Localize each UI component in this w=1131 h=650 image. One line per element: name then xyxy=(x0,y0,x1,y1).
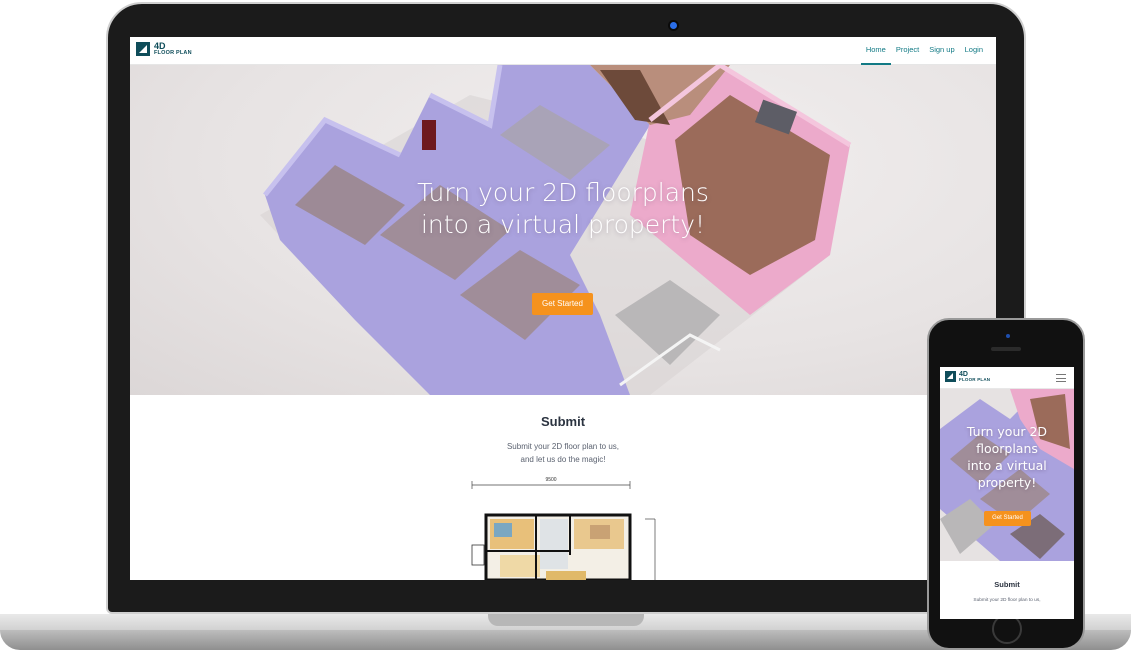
phone-frame: 4D FLOOR PLAN Turn your 2D floorplans in… xyxy=(927,318,1085,650)
hero-title: Turn your 2D floorplans into a virtual p… xyxy=(130,177,996,241)
mobile-logo-text: 4D FLOOR PLAN xyxy=(959,371,990,383)
laptop-screen: 4D FLOOR PLAN Home Project Sign up Login xyxy=(130,37,996,580)
phone-camera-icon xyxy=(1006,334,1010,338)
phone-speaker xyxy=(991,347,1021,351)
mobile-hero-title-line2: floorplans xyxy=(976,441,1038,456)
mobile-hero-title-line3: into a virtual xyxy=(967,458,1047,473)
mobile-submit-heading: Submit xyxy=(994,580,1020,589)
mobile-navbar: 4D FLOOR PLAN xyxy=(940,367,1074,389)
get-started-button[interactable]: Get Started xyxy=(532,293,593,315)
navbar: 4D FLOOR PLAN Home Project Sign up Login xyxy=(130,37,996,65)
plan-dimension-label: 9500 xyxy=(545,477,556,483)
laptop-notch xyxy=(488,614,644,626)
phone-screen: 4D FLOOR PLAN Turn your 2D floorplans in… xyxy=(940,367,1074,619)
nav-home[interactable]: Home xyxy=(860,37,891,65)
submit-heading: Submit xyxy=(540,414,586,429)
mobile-hero-title-line1: Turn your 2D xyxy=(966,424,1048,439)
hamburger-menu-icon[interactable] xyxy=(1056,374,1066,382)
hero-title-line1: Turn your 2D floorplans xyxy=(417,178,709,207)
hero-section: Turn your 2D floorplans into a virtual p… xyxy=(130,65,996,395)
logo-text: 4D FLOOR PLAN xyxy=(154,42,192,57)
mobile-hero-title: Turn your 2D floorplans into a virtual p… xyxy=(940,423,1074,491)
mobile-hero-title-line4: property! xyxy=(977,475,1037,490)
mobile-brand-logo[interactable]: 4D FLOOR PLAN xyxy=(945,371,990,383)
brand-logo[interactable]: 4D FLOOR PLAN xyxy=(136,42,192,57)
hero-title-line2: into a virtual property! xyxy=(420,210,706,239)
mobile-hero-section: Turn your 2D floorplans into a virtual p… xyxy=(940,389,1074,561)
device-mockup-stage: 4D FLOOR PLAN Home Project Sign up Login xyxy=(0,0,1131,650)
webcam-icon xyxy=(670,22,677,29)
mobile-logo-icon xyxy=(945,371,956,383)
logo-line2: FLOOR PLAN xyxy=(154,50,192,56)
nav-links: Home Project Sign up Login xyxy=(860,37,988,65)
nav-project[interactable]: Project xyxy=(891,37,924,65)
nav-login[interactable]: Login xyxy=(960,37,988,65)
logo-icon xyxy=(136,42,150,57)
sample-2d-floorplan-image: 9500 xyxy=(471,477,656,580)
mobile-submit-text: Submit your 2D floor plan to us, xyxy=(973,598,1041,603)
nav-signup[interactable]: Sign up xyxy=(924,37,959,65)
submit-text-line2: and let us do the magic! xyxy=(520,455,606,464)
mobile-logo-line2: FLOOR PLAN xyxy=(959,377,991,382)
submit-text-line1: Submit your 2D floor plan to us, xyxy=(506,442,620,451)
mobile-get-started-button[interactable]: Get Started xyxy=(984,511,1031,526)
submit-description: Submit your 2D floor plan to us, and let… xyxy=(130,440,996,466)
